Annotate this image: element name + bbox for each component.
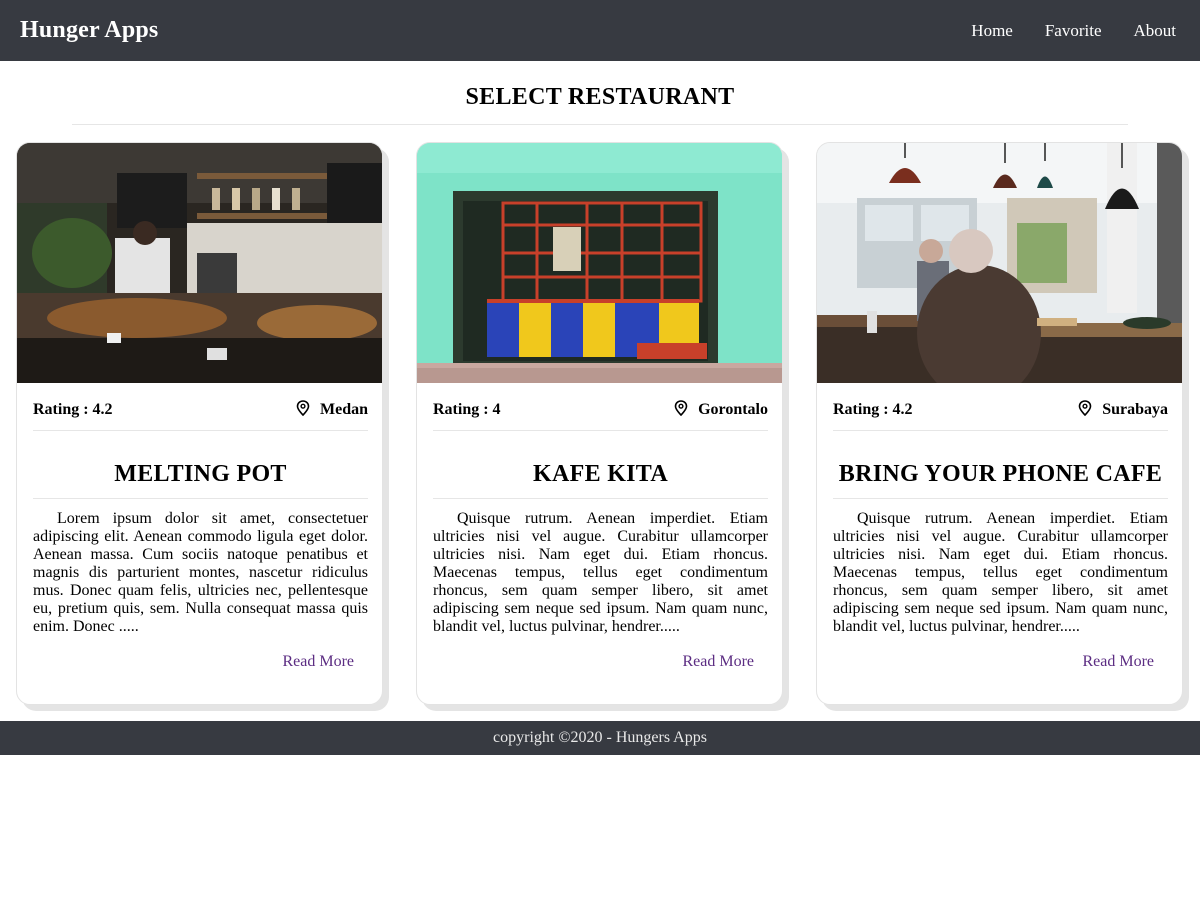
restaurant-description: Lorem ipsum dolor sit amet, consectetuer… [33, 510, 368, 635]
restaurant-image [17, 143, 382, 383]
rating-label: Rating : 4.2 [833, 401, 913, 418]
location: Medan [296, 400, 368, 419]
brand-logo[interactable]: Hunger Apps [20, 17, 158, 44]
page-title: SELECT RESTAURANT [465, 84, 735, 110]
restaurant-name: KAFE KITA [433, 461, 768, 499]
city-label: Medan [320, 401, 368, 418]
footer: copyright ©2020 - Hungers Apps [0, 721, 1200, 755]
restaurant-image [817, 143, 1182, 383]
navbar: Hunger Apps Home Favorite About [0, 0, 1200, 61]
card-meta: Rating : 4 Gorontalo [433, 400, 768, 431]
card-meta: Rating : 4.2 Surabaya [833, 400, 1168, 431]
restaurant-card: Rating : 4 Gorontalo KAFE KITA Quisque r… [416, 142, 783, 705]
restaurant-name: BRING YOUR PHONE CAFE [833, 461, 1168, 499]
title-divider [72, 124, 1128, 125]
location: Gorontalo [674, 400, 768, 419]
read-more-link[interactable]: Read More [1082, 653, 1154, 671]
rating-label: Rating : 4.2 [33, 401, 113, 418]
map-pin-icon [296, 400, 310, 416]
restaurant-name: MELTING POT [33, 461, 368, 499]
restaurant-image [417, 143, 782, 383]
nav-link-about[interactable]: About [1134, 21, 1177, 41]
read-more-link[interactable]: Read More [682, 653, 754, 671]
restaurant-description: Quisque rutrum. Aenean imperdiet. Etiam … [433, 510, 768, 635]
restaurant-card: Rating : 4.2 Medan MELTING POT Lorem ips… [16, 142, 383, 705]
city-label: Surabaya [1102, 401, 1168, 418]
rating-label: Rating : 4 [433, 401, 501, 418]
location: Surabaya [1078, 400, 1168, 419]
nav-link-home[interactable]: Home [971, 21, 1013, 41]
card-meta: Rating : 4.2 Medan [33, 400, 368, 431]
map-pin-icon [1078, 400, 1092, 416]
copyright-text: copyright ©2020 - Hungers Apps [493, 729, 707, 746]
nav-link-favorite[interactable]: Favorite [1045, 21, 1102, 41]
restaurant-card: Rating : 4.2 Surabaya BRING YOUR PHONE C… [816, 142, 1183, 705]
restaurant-description: Quisque rutrum. Aenean imperdiet. Etiam … [833, 510, 1168, 635]
city-label: Gorontalo [698, 401, 768, 418]
map-pin-icon [674, 400, 688, 416]
read-more-link[interactable]: Read More [282, 653, 354, 671]
nav-links: Home Favorite About [939, 21, 1176, 41]
